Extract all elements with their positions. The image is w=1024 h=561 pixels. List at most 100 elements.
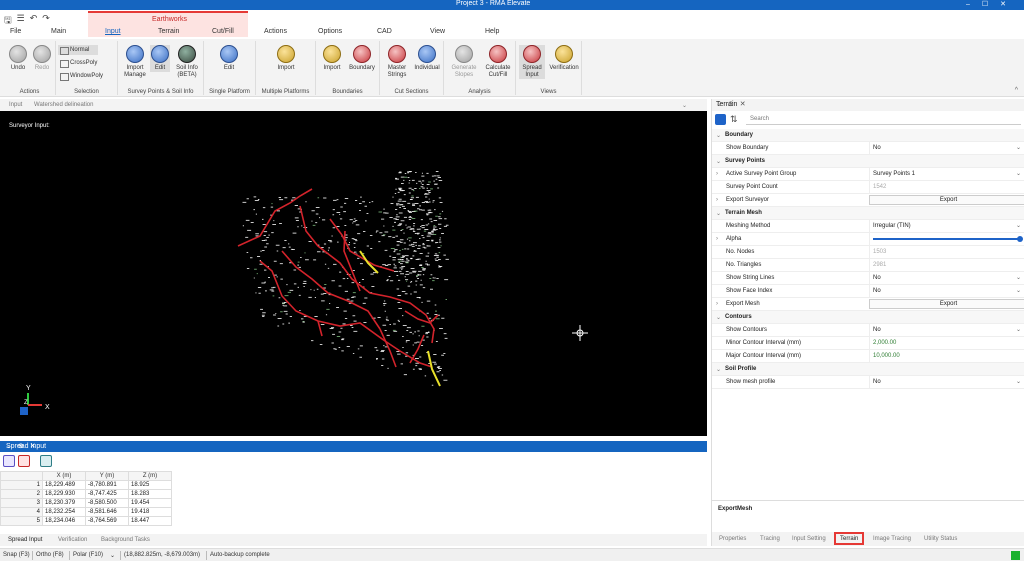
table-row[interactable]: 3 18,230.379 -8,580.500 19.454 — [0, 498, 172, 508]
alpha-slider[interactable] — [873, 236, 1023, 242]
window-controls[interactable]: –☐✕ — [966, 0, 1018, 8]
category-boundary[interactable]: ⌄ Boundary — [712, 129, 1024, 142]
cell-z[interactable]: 18.283 — [128, 489, 172, 499]
remove-row-icon[interactable] — [18, 455, 30, 467]
tab-terrain[interactable]: Terrain — [834, 532, 865, 545]
chevron-down-icon[interactable]: ⌄ — [682, 102, 687, 109]
cell-x[interactable]: 18,232.254 — [42, 507, 86, 517]
tab-spread-input[interactable]: Spread Input — [8, 537, 42, 543]
export-mesh-button[interactable]: Export — [869, 299, 1024, 309]
tab-utility-status[interactable]: Utility Status — [924, 536, 957, 542]
chevron-right-icon[interactable]: › — [716, 171, 718, 177]
tab-file[interactable]: File — [10, 28, 21, 35]
select-crosspoly-button[interactable]: CrossPoly — [58, 58, 97, 68]
snap-toggle[interactable]: Snap (F3) — [3, 552, 30, 558]
prop-show-contours[interactable]: Show Contours No ⌄ — [712, 324, 1024, 337]
property-search-input[interactable]: Search — [746, 114, 1021, 125]
cell-y[interactable]: -8,764.569 — [85, 516, 129, 526]
tab-help[interactable]: Help — [485, 28, 499, 35]
table-row[interactable]: 2 18,229.930 -8,747.425 18.283 — [0, 489, 172, 499]
tab-cad[interactable]: CAD — [377, 28, 392, 35]
grid-view-icon[interactable] — [40, 455, 52, 467]
cell-y[interactable]: -8,780.891 — [85, 480, 129, 490]
prop-show-string-lines[interactable]: Show String Lines No ⌄ — [712, 272, 1024, 285]
cell-y[interactable]: -8,747.425 — [85, 489, 129, 499]
panel-controls[interactable]: ⌄⊕✕ — [716, 100, 1019, 108]
cell-y[interactable]: -8,580.500 — [85, 498, 129, 508]
column-z[interactable]: Z (m) — [128, 471, 172, 481]
cell-x[interactable]: 18,234.046 — [42, 516, 86, 526]
master-strings-button[interactable]: Master Strings — [384, 45, 410, 79]
select-normal-button[interactable]: Normal — [58, 45, 98, 55]
verification-button[interactable]: Verification — [547, 45, 581, 72]
prop-meshing-method[interactable]: Meshing Method Irregular (TIN) ⌄ — [712, 220, 1024, 233]
cell-z[interactable]: 18.925 — [128, 480, 172, 490]
column-x[interactable]: X (m) — [42, 471, 86, 481]
prop-active-group[interactable]: › Active Survey Point Group Survey Points … — [712, 168, 1024, 181]
ortho-toggle[interactable]: Ortho (F8) — [36, 552, 64, 558]
prop-major-interval[interactable]: Major Contour Interval (mm) 10,000.00 — [712, 350, 1024, 363]
redo-button[interactable]: Redo — [32, 45, 52, 72]
tab-terrain[interactable]: Terrain — [158, 28, 179, 35]
export-surveyor-button[interactable]: Export — [869, 195, 1024, 205]
prop-show-boundary[interactable]: Show Boundary No ⌄ — [712, 142, 1024, 155]
cell-z[interactable]: 19.418 — [128, 507, 172, 517]
edit-platform-button[interactable]: Edit — [218, 45, 240, 72]
undo-icon[interactable]: ↶ — [30, 13, 38, 25]
chevron-down-icon[interactable]: ⌄ — [110, 552, 115, 559]
alphabetical-icon[interactable]: ⇅ — [730, 114, 741, 125]
redo-icon[interactable]: ↷ — [42, 13, 50, 25]
category-soil-profile[interactable]: ⌄ Soil Profile — [712, 363, 1024, 376]
prop-show-mesh-profile[interactable]: Show mesh profile No ⌄ — [712, 376, 1024, 389]
tab-properties[interactable]: Properties — [719, 536, 746, 542]
table-row[interactable]: 4 18,232.254 -8,581.646 19.418 — [0, 507, 172, 517]
list-icon[interactable]: ☰ — [17, 13, 25, 25]
viewport-3d[interactable]: Surveyor Input: Y X Z — [0, 111, 707, 436]
calculate-cut-fill-button[interactable]: Calculate Cut/Fill — [482, 45, 514, 79]
category-survey-points[interactable]: ⌄ Survey Points — [712, 155, 1024, 168]
tab-input-setting[interactable]: Input Setting — [792, 536, 826, 542]
view-tab-watershed[interactable]: Watershed delineation — [34, 102, 93, 108]
cell-x[interactable]: 18,230.379 — [42, 498, 86, 508]
select-windowpoly-button[interactable]: WindowPoly — [58, 71, 103, 81]
category-contours[interactable]: ⌄ Contours — [712, 311, 1024, 324]
cell-z[interactable]: 18.447 — [128, 516, 172, 526]
cell-z[interactable]: 19.454 — [128, 498, 172, 508]
cell-x[interactable]: 18,229.930 — [42, 489, 86, 499]
table-row[interactable]: 5 18,234.046 -8,764.569 18.447 — [0, 516, 172, 526]
view-tab-input[interactable]: Input — [9, 102, 22, 108]
tab-cut-fill[interactable]: Cut/Fill — [212, 28, 234, 35]
tab-background-tasks[interactable]: Background Tasks — [101, 537, 150, 543]
soil-info-button[interactable]: Soil Info (BETA) — [173, 45, 201, 79]
add-row-icon[interactable] — [3, 455, 15, 467]
chevron-right-icon[interactable]: › — [716, 236, 718, 242]
tab-image-tracing[interactable]: Image Tracing — [873, 536, 911, 542]
chevron-right-icon[interactable]: › — [716, 301, 718, 307]
minor-interval-input[interactable]: 2,000.00 — [869, 337, 1024, 349]
collapse-ribbon-icon[interactable]: ^ — [1015, 87, 1018, 94]
tab-verification[interactable]: Verification — [58, 537, 87, 543]
generate-slopes-button[interactable]: Generate Slopes — [448, 45, 480, 79]
column-y[interactable]: Y (m) — [85, 471, 129, 481]
undo-button[interactable]: Undo — [8, 45, 28, 72]
import-boundary-button[interactable]: Import — [320, 45, 344, 72]
tab-tracing[interactable]: Tracing — [760, 536, 780, 542]
polar-toggle[interactable]: Polar (F10) — [73, 552, 103, 558]
tab-input[interactable]: Input — [105, 28, 121, 35]
tab-options[interactable]: Options — [318, 28, 342, 35]
individual-button[interactable]: Individual — [412, 45, 442, 72]
edit-survey-button[interactable]: Edit — [150, 45, 170, 72]
boundary-button[interactable]: Boundary — [347, 45, 377, 72]
cell-x[interactable]: 18,229.489 — [42, 480, 86, 490]
categorized-icon[interactable] — [715, 114, 726, 125]
tab-actions[interactable]: Actions — [264, 28, 287, 35]
import-manage-button[interactable]: Import Manage — [122, 45, 148, 79]
table-row[interactable]: 1 18,229.489 -8,780.891 18.925 — [0, 480, 172, 490]
major-interval-input[interactable]: 10,000.00 — [869, 350, 1024, 362]
cell-y[interactable]: -8,581.646 — [85, 507, 129, 517]
panel-controls[interactable]: ⌄⊕✕ — [6, 442, 701, 450]
category-terrain-mesh[interactable]: ⌄ Terrain Mesh — [712, 207, 1024, 220]
prop-minor-interval[interactable]: Minor Contour Interval (mm) 2,000.00 — [712, 337, 1024, 350]
tab-view[interactable]: View — [430, 28, 445, 35]
prop-show-face-index[interactable]: Show Face Index No ⌄ — [712, 285, 1024, 298]
